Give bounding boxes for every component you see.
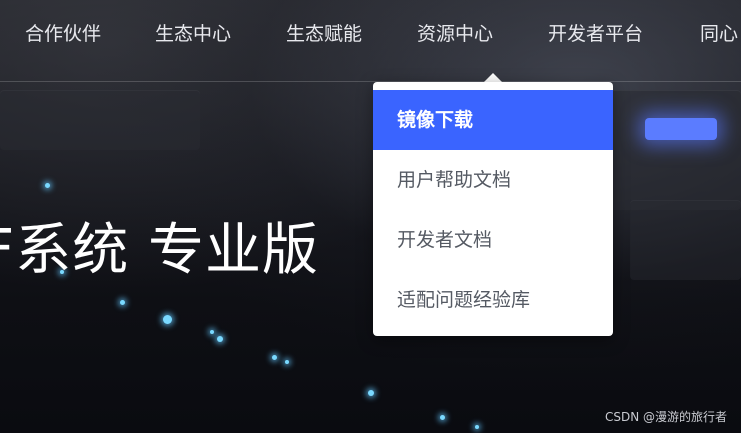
nav-item-partners[interactable]: 合作伙伴: [25, 20, 101, 48]
background-block: [630, 200, 741, 280]
hero-title: F系统 专业版: [0, 218, 320, 283]
menu-item-adaptation-issue-knowledge-base[interactable]: 适配问题经验库: [373, 270, 613, 330]
light-dot: [120, 300, 125, 305]
light-dot: [210, 330, 214, 334]
light-dot: [440, 415, 445, 420]
nav-item-developer-platform[interactable]: 开发者平台: [548, 20, 643, 48]
menu-item-image-download[interactable]: 镜像下载: [373, 90, 613, 150]
nav-item-ecosystem-empowerment[interactable]: 生态赋能: [286, 20, 362, 48]
light-dot: [272, 355, 277, 360]
background-block: [0, 90, 200, 150]
csdn-watermark: CSDN @漫游的旅行者: [604, 410, 727, 424]
nav-item-ecosystem-center[interactable]: 生态中心: [155, 20, 231, 48]
top-navigation-bar: 合作伙伴 生态中心 生态赋能 资源中心 开发者平台 同心: [0, 0, 741, 82]
light-dot: [285, 360, 289, 364]
nav-item-tongxin[interactable]: 同心: [700, 20, 738, 48]
background-block: [610, 90, 741, 210]
light-dot: [45, 183, 50, 188]
background-glow-light: [645, 118, 717, 140]
light-dot: [217, 336, 223, 342]
menu-item-developer-docs[interactable]: 开发者文档: [373, 210, 613, 270]
resource-center-dropdown-menu: 镜像下载 用户帮助文档 开发者文档 适配问题经验库: [373, 82, 613, 336]
nav-item-resource-center[interactable]: 资源中心: [417, 20, 493, 48]
light-dot: [475, 425, 479, 429]
menu-item-user-help-docs[interactable]: 用户帮助文档: [373, 150, 613, 210]
light-dot: [163, 315, 172, 324]
dropdown-caret: [484, 73, 502, 82]
light-dot: [368, 390, 374, 396]
